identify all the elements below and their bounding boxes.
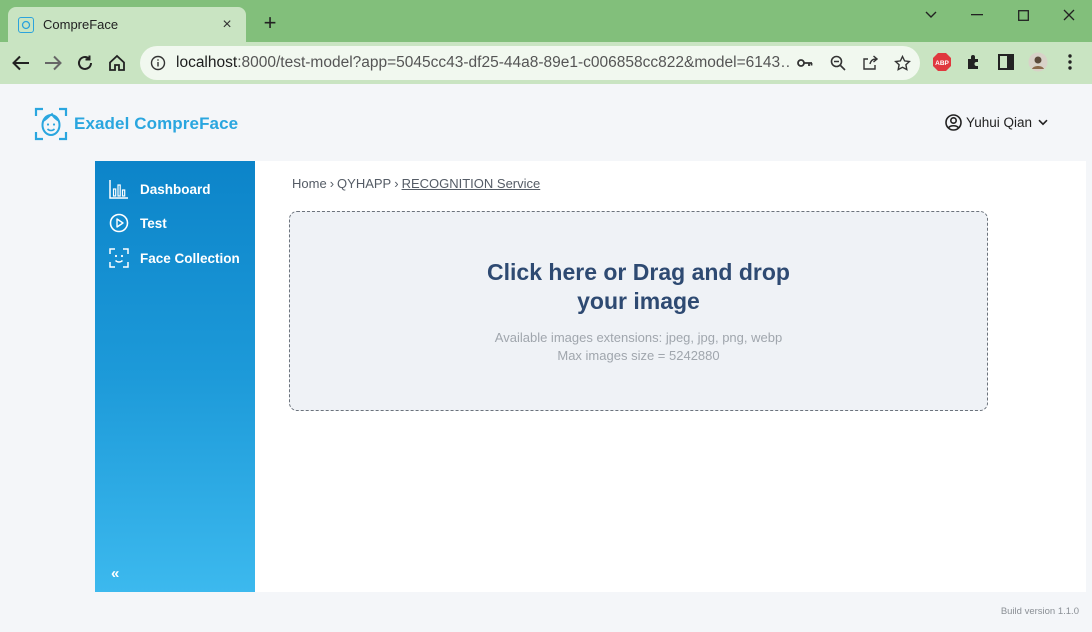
tab-close-icon[interactable]: ×	[218, 16, 236, 34]
key-icon[interactable]	[796, 54, 814, 72]
allowed-extensions-text: Available images extensions: jpeg, jpg, …	[494, 330, 783, 345]
new-tab-icon[interactable]: +	[258, 12, 282, 34]
back-arrow-icon[interactable]	[9, 51, 33, 75]
home-icon[interactable]	[105, 51, 129, 75]
max-size-text: Max images size = 5242880	[557, 348, 720, 363]
user-name: Yuhui Qian	[965, 115, 1032, 130]
collapse-sidebar-button[interactable]: «	[111, 565, 119, 582]
app-header: Exadel CompreFace Yuhui Qian	[0, 85, 1092, 161]
svg-text:ABP: ABP	[935, 60, 949, 67]
browser-menu-icon[interactable]	[1060, 52, 1080, 72]
sidebar-item-label: Face Collection	[140, 250, 240, 266]
sidebar: Dashboard Test Face Collection «	[95, 161, 255, 592]
tab-title: CompreFace	[43, 17, 119, 32]
dropzone-info: Available images extensions: jpeg, jpg, …	[290, 329, 987, 365]
side-panel-icon[interactable]	[996, 52, 1016, 72]
maximize-icon[interactable]	[1008, 6, 1038, 24]
browser-tab[interactable]: CompreFace ×	[8, 7, 246, 42]
main-content: Home › QYHAPP › RECOGNITION Service Clic…	[255, 161, 1086, 592]
close-window-icon[interactable]	[1054, 6, 1084, 24]
breadcrumb-separator: ›	[394, 176, 399, 191]
profile-avatar-icon[interactable]	[1028, 52, 1048, 72]
site-info-icon[interactable]	[150, 55, 166, 71]
image-dropzone[interactable]: Click here or Drag and drop your image A…	[289, 211, 988, 411]
bar-chart-icon	[108, 178, 130, 200]
browser-tab-strip: CompreFace × +	[0, 0, 1092, 42]
share-icon[interactable]	[861, 54, 879, 72]
reload-icon[interactable]	[73, 51, 97, 75]
extensions-puzzle-icon[interactable]	[964, 52, 984, 72]
tab-search-chevron-icon[interactable]	[916, 6, 946, 24]
minimize-icon[interactable]	[962, 6, 992, 24]
adblock-plus-icon[interactable]: ABP	[932, 52, 952, 72]
compreface-logo-icon	[34, 107, 68, 141]
forward-arrow-icon[interactable]	[41, 51, 65, 75]
dropzone-title: Click here or Drag and drop your image	[487, 259, 790, 314]
face-scan-icon	[108, 247, 130, 269]
browser-toolbar: localhost:8000/test-model?app=5045cc43-d…	[0, 42, 1092, 84]
zoom-icon[interactable]	[829, 54, 847, 72]
sidebar-item-label: Test	[140, 215, 167, 231]
sidebar-item-label: Dashboard	[140, 181, 211, 197]
breadcrumb-home[interactable]: Home	[292, 176, 327, 191]
logo-text: Exadel CompreFace	[74, 114, 239, 133]
footer: Build version 1.1.0	[0, 592, 1092, 632]
build-version: Build version 1.1.0	[1000, 606, 1079, 617]
user-menu[interactable]: Yuhui Qian	[945, 114, 1048, 131]
sidebar-item-test[interactable]: Test	[108, 212, 167, 234]
breadcrumb-separator: ›	[329, 176, 335, 191]
address-bar[interactable]: localhost:8000/test-model?app=5045cc43-d…	[140, 46, 920, 80]
sidebar-item-face-collection[interactable]: Face Collection	[108, 247, 240, 269]
breadcrumb: Home › QYHAPP › RECOGNITION Service	[292, 176, 540, 191]
breadcrumb-app[interactable]: QYHAPP	[337, 176, 391, 191]
app-logo[interactable]: Exadel CompreFace	[34, 107, 238, 141]
chevron-down-icon	[1038, 119, 1048, 126]
sidebar-item-dashboard[interactable]: Dashboard	[108, 178, 211, 200]
play-circle-icon	[108, 212, 130, 234]
account-circle-icon	[945, 114, 962, 131]
bookmark-star-icon[interactable]	[893, 54, 911, 72]
breadcrumb-current[interactable]: RECOGNITION Service	[402, 176, 541, 191]
compreface-favicon-icon	[18, 16, 34, 33]
url-text: localhost:8000/test-model?app=5045cc43-d…	[176, 54, 791, 71]
